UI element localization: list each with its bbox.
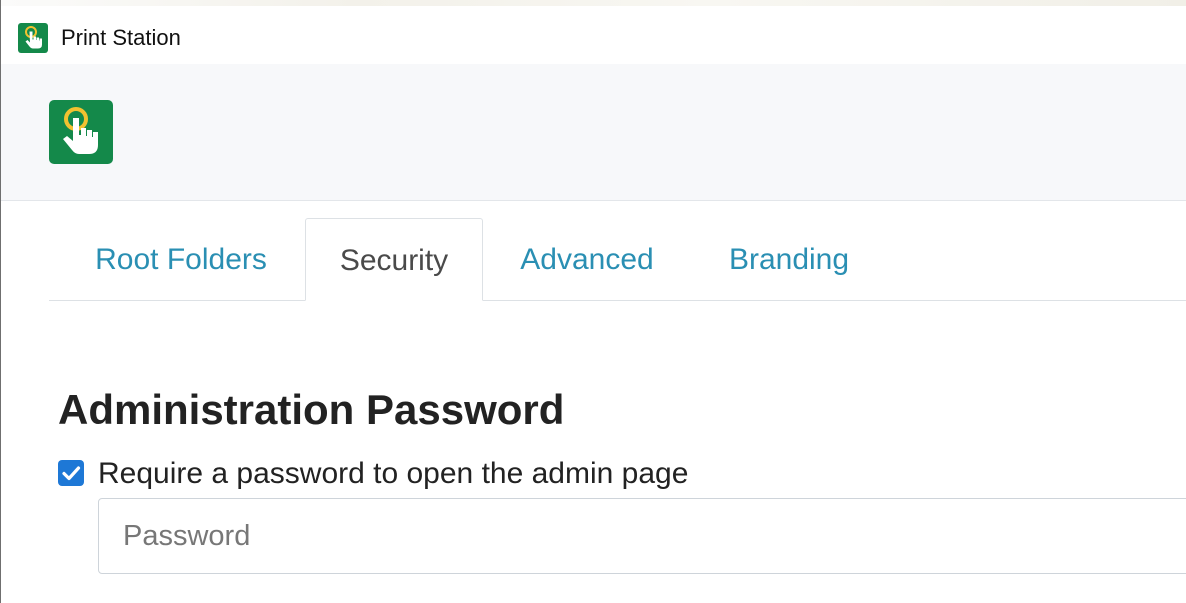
title-bar: Print Station: [1, 6, 1186, 64]
require-password-label[interactable]: Require a password to open the admin pag…: [98, 455, 688, 493]
section-title: Administration Password: [58, 386, 565, 433]
password-input[interactable]: [98, 498, 1186, 574]
app-window: Print Station Root Folders Security Adva…: [0, 0, 1186, 603]
app-header: [1, 64, 1186, 201]
checkmark-icon: [62, 466, 81, 481]
tab-root-folders[interactable]: Root Folders: [57, 218, 305, 300]
window-title: Print Station: [61, 25, 181, 50]
touch-hand-icon: [49, 100, 113, 164]
settings-tabs: Root Folders Security Advanced Branding: [49, 218, 1186, 301]
require-password-checkbox[interactable]: [58, 460, 84, 486]
tab-advanced[interactable]: Advanced: [501, 218, 673, 300]
tab-security[interactable]: Security: [305, 218, 483, 301]
touch-hand-icon: [18, 23, 48, 53]
tab-branding[interactable]: Branding: [709, 218, 869, 300]
